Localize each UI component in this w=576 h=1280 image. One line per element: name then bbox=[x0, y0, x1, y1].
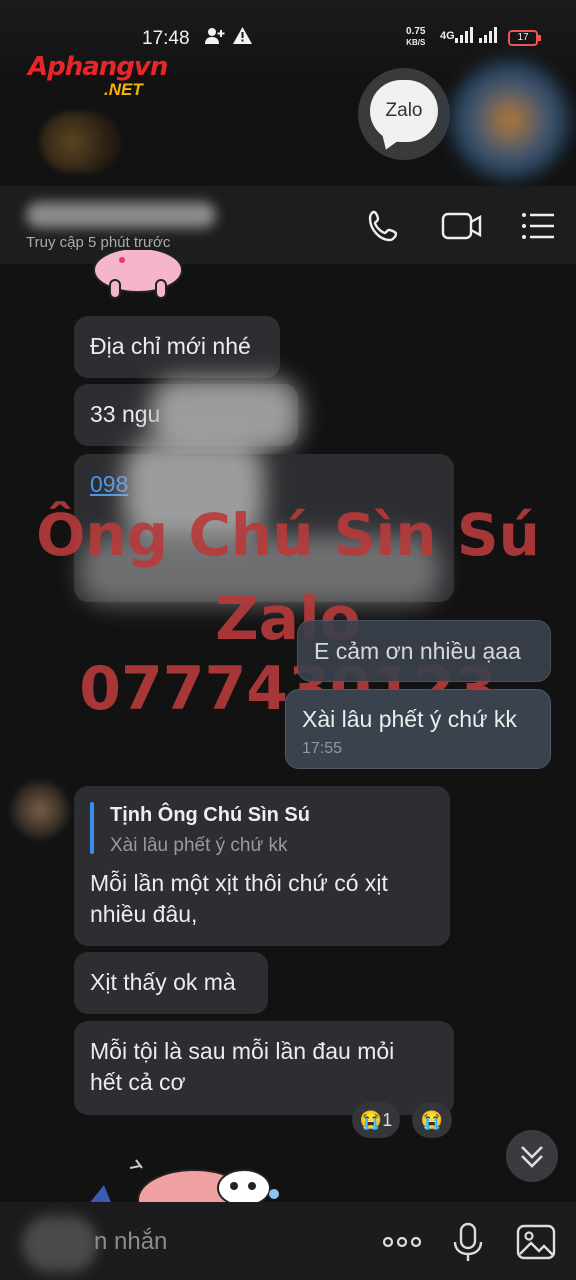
signal-icon bbox=[455, 27, 475, 48]
quoted-sender: Tịnh Ông Chú Sìn Sú bbox=[110, 804, 310, 826]
message-text: Xài lâu phết ý chứ kk bbox=[302, 706, 517, 732]
last-seen-status: Truy cập 5 phút trước bbox=[26, 234, 171, 251]
video-camera-icon[interactable] bbox=[440, 206, 482, 246]
chevrons-down-icon bbox=[521, 1146, 543, 1168]
message-outgoing[interactable]: Xài lâu phết ý chứ kk 17:55 bbox=[285, 689, 551, 769]
message-text: Xịt thấy ok mà bbox=[90, 969, 236, 995]
reaction-count: 1 bbox=[382, 1110, 393, 1130]
site-logo: Aphangvn .NET bbox=[28, 52, 168, 99]
net-speed: 0.75 KB/S bbox=[406, 26, 425, 48]
message-incoming[interactable]: Địa chỉ mới nhé bbox=[74, 316, 280, 378]
contact-name-blurred[interactable] bbox=[26, 202, 216, 228]
network-type: 4G bbox=[440, 30, 455, 42]
zalo-bubble-icon[interactable]: Zalo bbox=[358, 68, 450, 160]
message-incoming[interactable]: Xịt thấy ok mà bbox=[74, 952, 268, 1014]
message-input[interactable]: n nhắn bbox=[94, 1228, 167, 1256]
quote-bar bbox=[90, 802, 94, 854]
message-incoming[interactable]: Mỗi tội là sau mỗi lần đau mỏi hết cả cơ bbox=[74, 1021, 454, 1115]
logo-sub: .NET bbox=[104, 80, 143, 99]
message-incoming-reply[interactable]: Tịnh Ông Chú Sìn Sú Xài lâu phết ý chứ k… bbox=[74, 786, 450, 946]
phone-icon[interactable] bbox=[364, 206, 404, 246]
message-time: 17:55 bbox=[302, 740, 343, 757]
pig-sticker[interactable] bbox=[92, 247, 184, 300]
message-composer: n nhắn bbox=[0, 1202, 576, 1280]
message-text-line: nhiều đâu, bbox=[90, 901, 198, 927]
message-text-line: Mỗi tội là sau mỗi lần đau mỏi bbox=[90, 1038, 395, 1064]
logo-main: Aphangvn bbox=[28, 52, 168, 82]
watermark-line1: Ông Chú Sìn Sú bbox=[36, 501, 540, 569]
microphone-icon[interactable] bbox=[446, 1220, 490, 1264]
reaction-emoji: 😭 bbox=[359, 1110, 383, 1130]
reaction-badge[interactable]: 😭1 bbox=[352, 1102, 400, 1138]
chat-header: Truy cập 5 phút trước bbox=[0, 186, 576, 264]
message-text: E cảm ơn nhiều ạaa bbox=[314, 638, 521, 664]
message-outgoing[interactable]: E cảm ơn nhiều ạaa bbox=[297, 620, 551, 682]
zalo-label: Zalo bbox=[370, 80, 438, 142]
menu-icon[interactable] bbox=[518, 206, 558, 246]
signal-icon-2 bbox=[479, 27, 499, 48]
add-contact-notification-icon bbox=[205, 27, 225, 50]
sender-avatar[interactable] bbox=[12, 782, 68, 838]
add-reaction-button[interactable]: 😭 bbox=[412, 1102, 452, 1138]
background-photo bbox=[40, 112, 120, 172]
scroll-to-bottom-button[interactable] bbox=[506, 1130, 558, 1182]
image-icon[interactable] bbox=[514, 1220, 558, 1264]
sticker-button[interactable] bbox=[22, 1216, 98, 1272]
status-time: 17:48 bbox=[142, 28, 190, 49]
contact-avatar[interactable] bbox=[450, 60, 570, 180]
message-text-line: Mỗi lần một xịt thôi chứ có xịt bbox=[90, 870, 388, 896]
more-icon[interactable] bbox=[380, 1220, 424, 1264]
battery-icon: 17 bbox=[508, 30, 541, 46]
reaction-emoji: 😭 bbox=[420, 1110, 444, 1130]
net-speed-unit: KB/S bbox=[406, 38, 426, 47]
net-speed-value: 0.75 bbox=[406, 26, 426, 37]
cow-sticker[interactable] bbox=[84, 1150, 304, 1210]
warning-icon bbox=[233, 27, 252, 49]
phone-link[interactable]: 098 bbox=[90, 471, 128, 497]
message-text-line: hết cả cơ bbox=[90, 1069, 186, 1095]
message-text: Địa chỉ mới nhé bbox=[90, 333, 251, 359]
quoted-text: Xài lâu phết ý chứ kk bbox=[110, 835, 288, 856]
